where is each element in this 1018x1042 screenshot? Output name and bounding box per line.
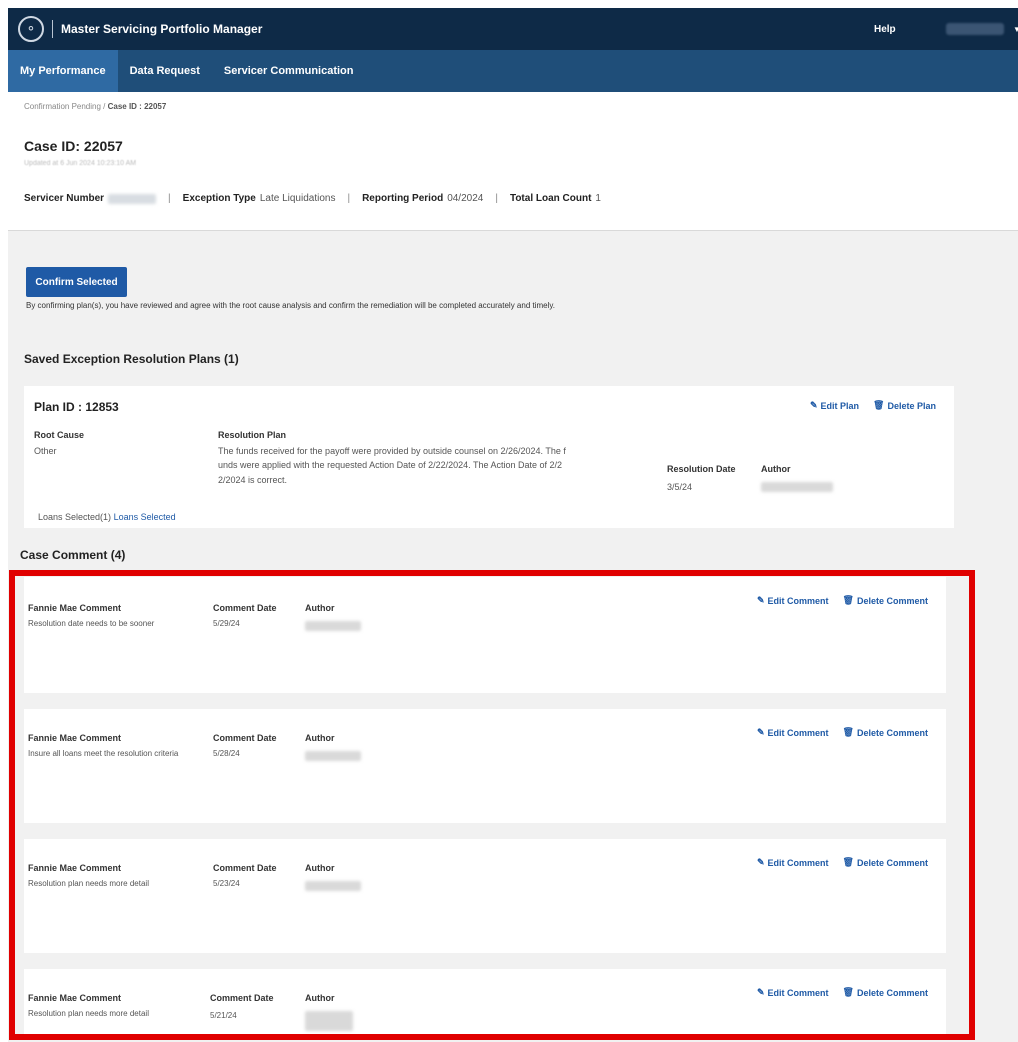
tab-servicer-communication[interactable]: Servicer Communication — [212, 50, 366, 92]
loans-selected: Loans Selected(1) Loans Selected — [38, 512, 176, 522]
confirm-note: By confirming plan(s), you have reviewed… — [26, 301, 556, 310]
breadcrumb-current: Case ID : 22057 — [107, 102, 167, 111]
divider — [52, 20, 53, 38]
plan-id: Plan ID : 12853 — [34, 400, 119, 414]
top-bar: ⚬ Master Servicing Portfolio Manager Hel… — [8, 8, 1018, 50]
case-meta: Servicer Number | Exception Type Late Li… — [24, 193, 601, 204]
app-title: Master Servicing Portfolio Manager — [61, 22, 263, 36]
servicer-number-label: Servicer Number — [24, 193, 105, 204]
resolution-date-value: 3/5/24 — [667, 482, 693, 492]
exception-type-value: Late Liquidations — [259, 193, 336, 204]
reporting-period-value: 04/2024 — [447, 193, 484, 204]
user-menu[interactable] — [946, 23, 1004, 35]
separator: | — [347, 193, 351, 204]
edit-plan-button[interactable]: ✎ Edit Plan — [810, 400, 859, 411]
main-content: Confirm Selected By confirming plan(s), … — [8, 231, 1018, 1042]
total-loan-count-label: Total Loan Count — [509, 193, 592, 204]
delete-plan-button[interactable]: 🗑 Delete Plan — [873, 400, 936, 411]
separator: | — [168, 193, 171, 204]
highlight-frame — [9, 570, 975, 1040]
saved-plans-title: Saved Exception Resolution Plans (1) — [24, 352, 239, 366]
help-link[interactable]: Help — [874, 24, 896, 35]
author-label: Author — [761, 464, 791, 474]
plan-card: Plan ID : 12853 ✎ Edit Plan 🗑 Delete Pla… — [24, 386, 954, 528]
reporting-period-label: Reporting Period — [362, 193, 444, 204]
resolution-plan-line: The funds received for the payoff were p… — [218, 446, 566, 456]
breadcrumb: Confirmation Pending / Case ID : 22057 — [24, 102, 167, 111]
root-cause-label: Root Cause — [34, 430, 85, 440]
pencil-icon: ✎ — [809, 400, 818, 410]
resolution-date-label: Resolution Date — [667, 464, 736, 474]
main-nav: My Performance Data Request Servicer Com… — [8, 50, 1018, 92]
resolution-plan-line: 2/2024 is correct. — [218, 474, 288, 485]
resolution-plan-label: Resolution Plan — [218, 430, 287, 440]
loans-selected-link[interactable]: Loans Selected — [114, 512, 176, 522]
tab-data-request[interactable]: Data Request — [118, 50, 212, 92]
servicer-number-value — [108, 193, 157, 204]
chevron-down-icon[interactable]: ▼ — [1013, 25, 1018, 34]
case-header: Confirmation Pending / Case ID : 22057 C… — [8, 92, 1018, 230]
root-cause-value: Other — [34, 446, 57, 456]
logo-icon[interactable]: ⚬ — [18, 16, 44, 42]
separator: | — [495, 193, 498, 204]
trash-icon: 🗑 — [873, 400, 885, 410]
edit-plan-label: Edit Plan — [820, 400, 860, 411]
delete-plan-label: Delete Plan — [887, 400, 936, 411]
breadcrumb-parent[interactable]: Confirmation Pending — [24, 102, 101, 111]
case-comments-title: Case Comment (4) — [20, 548, 126, 562]
resolution-plan-value: The funds received for the payoff were p… — [218, 444, 658, 487]
exception-type-label: Exception Type — [182, 193, 256, 204]
updated-timestamp: Updated at 6 Jun 2024 10:23:10 AM — [24, 160, 137, 167]
confirm-selected-button[interactable]: Confirm Selected — [26, 267, 127, 297]
plan-actions: ✎ Edit Plan 🗑 Delete Plan — [810, 400, 936, 411]
tab-my-performance[interactable]: My Performance — [8, 50, 118, 92]
author-value — [761, 482, 833, 492]
page-title: Case ID: 22057 — [24, 138, 123, 154]
resolution-plan-line: unds were applied with the requested Act… — [218, 460, 563, 471]
total-loan-count-value: 1 — [595, 193, 601, 204]
loans-selected-count: Loans Selected(1) — [38, 512, 112, 522]
